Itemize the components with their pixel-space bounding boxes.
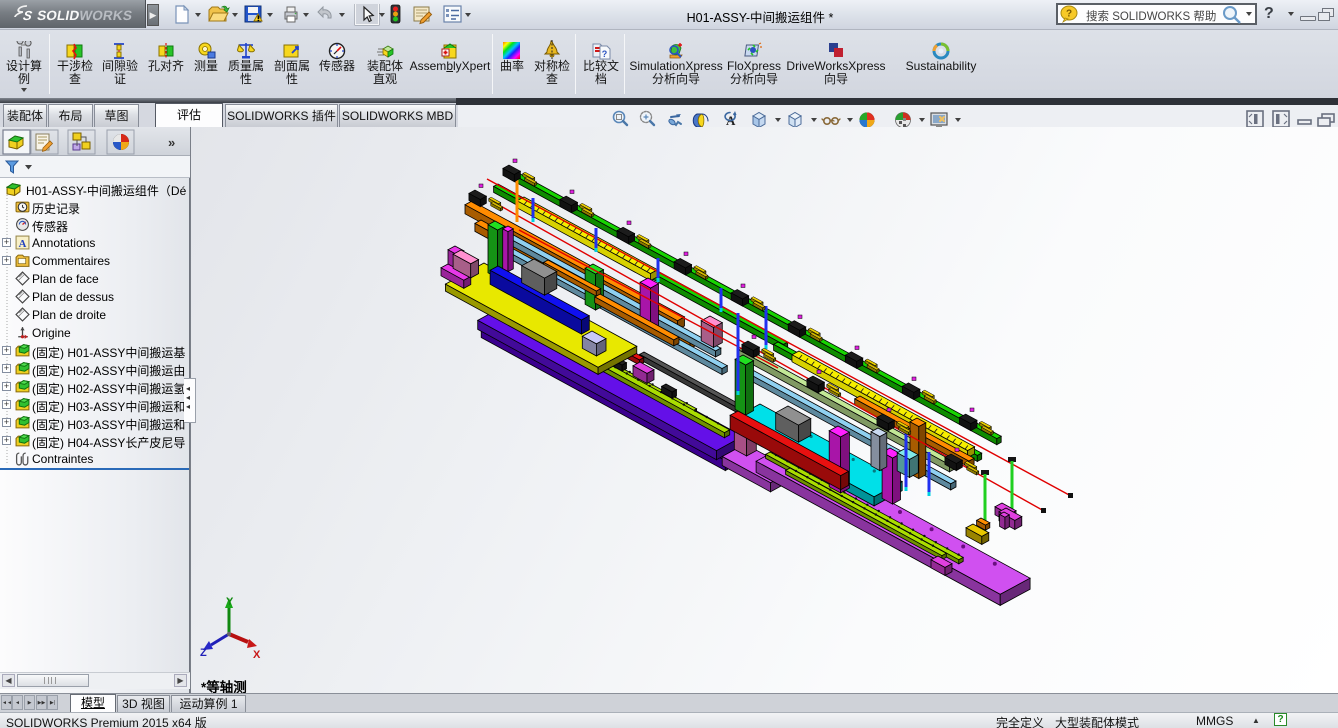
svg-text:?: ? <box>1066 9 1072 20</box>
svg-text:»: » <box>168 135 175 150</box>
svg-text:Z: Z <box>200 647 207 659</box>
svg-text:Y: Y <box>226 596 234 608</box>
svg-text:S: S <box>22 8 34 23</box>
svg-text:?: ? <box>602 49 608 59</box>
svg-text:SOLIDWORKS: SOLIDWORKS <box>36 8 134 23</box>
svg-text:X: X <box>253 649 261 661</box>
